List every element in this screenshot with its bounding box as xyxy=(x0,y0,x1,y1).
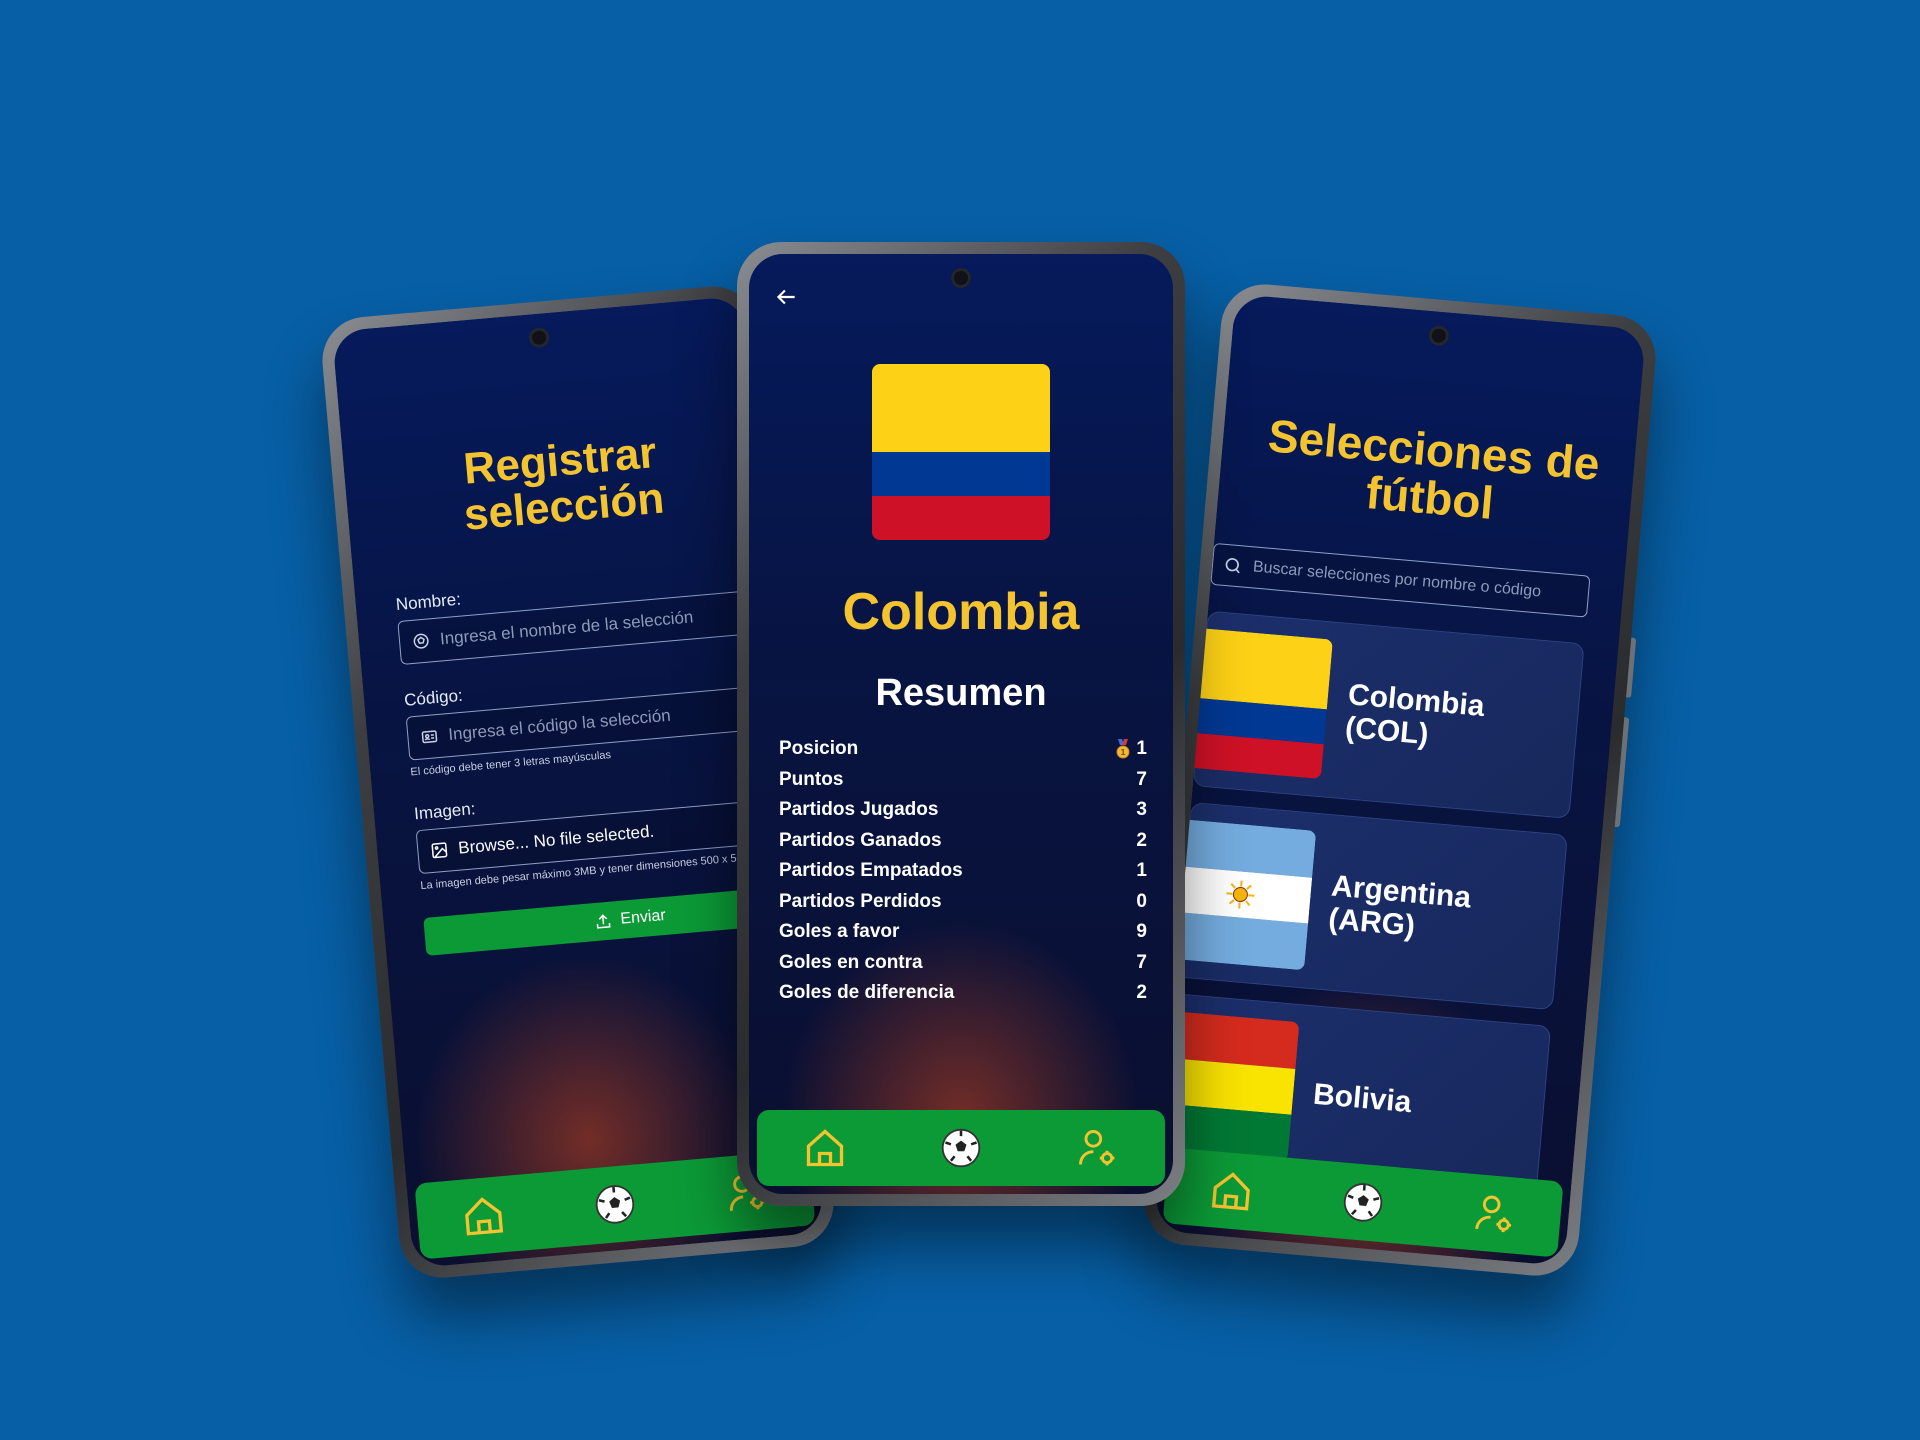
nav-home[interactable] xyxy=(451,1183,516,1248)
stat-row-posicion: Posicion 1 1 xyxy=(779,734,1147,765)
stat-label: Partidos Empatados xyxy=(779,860,963,882)
team-card-argentina[interactable]: Argentina (ARG) xyxy=(1164,801,1568,1011)
bottom-nav xyxy=(757,1110,1165,1186)
phone-teams-list: Selecciones de fútbol Buscar selecciones… xyxy=(1140,280,1660,1280)
arrow-left-icon xyxy=(776,289,795,305)
summary-title: Resumen xyxy=(875,672,1047,714)
nav-teams[interactable] xyxy=(1331,1170,1396,1235)
stat-label: Posicion xyxy=(779,738,859,760)
medal-icon: 1 xyxy=(1116,739,1130,759)
team-card-colombia[interactable]: Colombia (COL) xyxy=(1181,610,1585,819)
back-button[interactable] xyxy=(773,284,803,314)
home-icon xyxy=(806,1129,844,1167)
stat-label: Goles de diferencia xyxy=(779,982,955,1004)
soccer-ball-icon xyxy=(595,1185,635,1224)
stat-number: 1 xyxy=(1136,738,1147,760)
search-input[interactable]: Buscar selecciones por nombre o código xyxy=(1210,542,1591,618)
stat-label: Partidos Ganados xyxy=(779,829,942,851)
register-title: Registrar selección xyxy=(363,421,762,547)
stat-value: 3 xyxy=(1136,799,1147,821)
stat-label: Goles a favor xyxy=(779,921,900,943)
stat-row-goles-contra: Goles en contra 7 xyxy=(779,948,1147,979)
front-camera xyxy=(1428,324,1450,347)
stat-row-goles-favor: Goles a favor 9 xyxy=(779,917,1147,948)
soccer-ball-icon xyxy=(1343,1183,1383,1222)
nav-teams[interactable] xyxy=(931,1118,991,1178)
image-file-value: Browse... No file selected. xyxy=(457,821,655,858)
team-name-colombia: Colombia (COL) xyxy=(1344,678,1486,756)
stat-value: 2 xyxy=(1136,829,1147,851)
phone-summary: Colombia Resumen Posicion 1 1 Puntos 7 P… xyxy=(737,242,1185,1206)
argentina-flag xyxy=(1164,818,1317,971)
stat-value: 1 1 xyxy=(1114,738,1147,760)
stat-value: 2 xyxy=(1136,982,1147,1004)
svg-text:1: 1 xyxy=(1121,748,1127,757)
stat-value: 7 xyxy=(1136,768,1147,790)
power-button xyxy=(1626,637,1637,698)
teams-list-screen: Selecciones de fútbol Buscar selecciones… xyxy=(1153,293,1647,1267)
image-icon xyxy=(431,842,448,859)
stat-row-ganados: Partidos Ganados 2 xyxy=(779,826,1147,857)
name-placeholder: Ingresa el nombre de la selección xyxy=(439,607,695,649)
stat-value: 0 xyxy=(1136,890,1147,912)
colombia-flag xyxy=(872,364,1050,540)
stat-row-perdidos: Partidos Perdidos 0 xyxy=(779,887,1147,918)
stat-label: Goles en contra xyxy=(779,951,923,973)
shield-icon xyxy=(413,633,429,649)
home-icon xyxy=(465,1197,504,1236)
country-name: Colombia xyxy=(842,583,1080,641)
search-icon xyxy=(1225,558,1240,574)
nav-teams[interactable] xyxy=(582,1172,647,1237)
search-placeholder: Buscar selecciones por nombre o código xyxy=(1252,558,1542,601)
front-camera xyxy=(951,268,971,288)
team-name-argentina: Argentina (ARG) xyxy=(1327,869,1472,947)
sun-of-may-icon xyxy=(1226,880,1255,909)
team-name: Bolivia xyxy=(1311,1077,1413,1119)
front-camera xyxy=(528,326,550,349)
soccer-ball-icon xyxy=(941,1128,981,1168)
stats-list: Posicion 1 1 Puntos 7 Partidos Jugados 3… xyxy=(779,734,1147,1009)
code-placeholder: Ingresa el código la selección xyxy=(447,705,672,745)
id-card-icon xyxy=(421,730,438,744)
stat-value: 9 xyxy=(1136,921,1147,943)
stat-value: 7 xyxy=(1136,951,1147,973)
stat-label: Puntos xyxy=(779,768,844,790)
list-title: Selecciones de fútbol xyxy=(1227,408,1636,539)
nav-home[interactable] xyxy=(1199,1158,1264,1223)
stat-row-jugados: Partidos Jugados 3 xyxy=(779,795,1147,826)
team-name-bolivia: Bolivia xyxy=(1312,1077,1413,1118)
user-settings-icon xyxy=(1475,1195,1512,1233)
stat-row-empatados: Partidos Empatados 1 xyxy=(779,856,1147,887)
user-settings-icon xyxy=(1079,1130,1115,1166)
summary-screen: Colombia Resumen Posicion 1 1 Puntos 7 P… xyxy=(749,254,1173,1194)
volume-button xyxy=(1614,717,1630,828)
nav-profile[interactable] xyxy=(1067,1118,1127,1178)
stat-row-goles-diferencia: Goles de diferencia 2 xyxy=(779,978,1147,1009)
colombia-flag xyxy=(1181,627,1333,780)
stat-value: 1 xyxy=(1136,860,1147,882)
home-icon xyxy=(1211,1172,1250,1211)
stat-label: Partidos Jugados xyxy=(779,799,939,821)
stat-label: Partidos Perdidos xyxy=(779,890,942,912)
upload-icon xyxy=(597,914,611,929)
nav-profile[interactable] xyxy=(1462,1181,1527,1246)
nav-home[interactable] xyxy=(795,1118,855,1178)
submit-label: Enviar xyxy=(619,906,667,928)
stat-row-puntos: Puntos 7 xyxy=(779,765,1147,796)
